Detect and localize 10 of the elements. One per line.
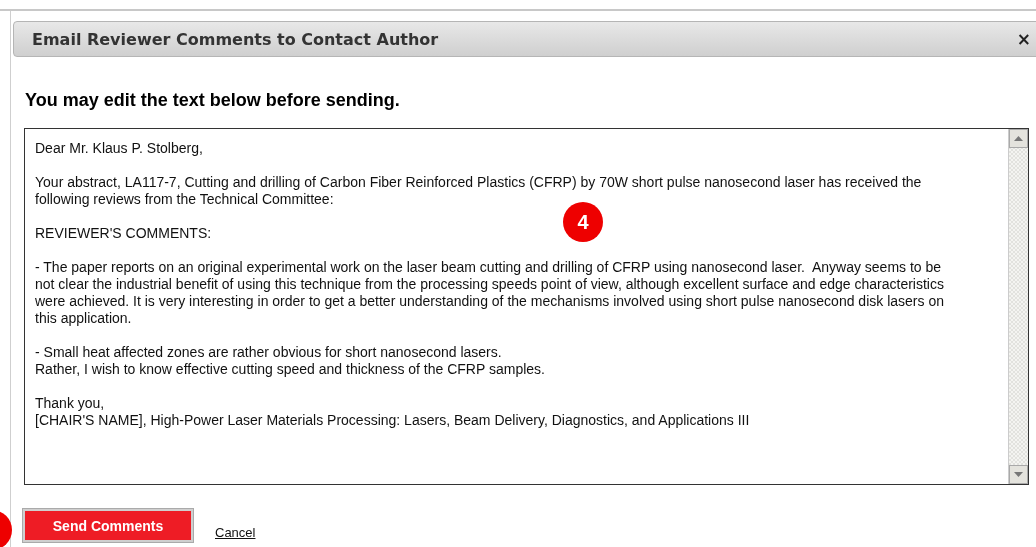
down-arrow-icon xyxy=(1014,472,1023,477)
instruction-text: You may edit the text below before sending. xyxy=(25,90,401,111)
dialog-title: Email Reviewer Comments to Contact Author xyxy=(32,29,439,49)
cancel-link[interactable]: Cancel xyxy=(215,525,256,540)
close-button[interactable]: × xyxy=(1016,29,1031,49)
scrollbar[interactable] xyxy=(1008,129,1028,484)
scroll-up-button[interactable] xyxy=(1009,129,1028,148)
scroll-down-button[interactable] xyxy=(1009,465,1028,484)
up-arrow-icon xyxy=(1014,136,1023,141)
send-comments-button[interactable]: Send Comments xyxy=(22,508,194,543)
